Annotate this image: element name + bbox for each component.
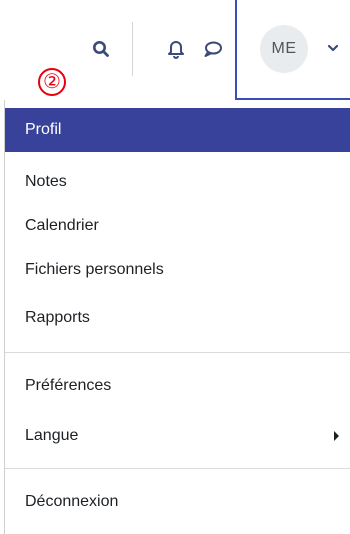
menu-item-label: Préférences [25,377,112,394]
navbar-divider [132,22,133,76]
menu-divider [5,468,350,469]
step-marker: ② [38,68,66,96]
menu-item-label: Fichiers personnels [25,261,164,278]
menu-item-rapports[interactable]: Rapports [5,296,350,340]
menu-item-label: Langue [25,427,79,444]
menu-item-profil[interactable]: Profil [5,108,350,152]
chat-bubble-icon[interactable] [199,35,227,63]
menu-item-fichiers-personnels[interactable]: Fichiers personnels [5,248,350,292]
menu-item-calendrier[interactable]: Calendrier [5,204,350,248]
menu-item-preferences[interactable]: Préférences [5,364,350,408]
menu-item-label: Profil [25,121,62,138]
menu-item-label: Calendrier [25,217,99,234]
bell-icon[interactable] [162,35,190,63]
search-icon[interactable] [87,35,115,63]
menu-item-label: Rapports [25,309,90,326]
menu-item-label: Notes [25,173,67,190]
caret-right-icon [334,431,339,441]
menu-divider [5,352,350,353]
chevron-down-icon[interactable] [323,38,343,58]
menu-item-notes[interactable]: Notes [5,160,350,204]
user-dropdown-menu: Profil Notes Calendrier Fichiers personn… [4,100,350,534]
avatar[interactable]: ME [260,25,308,73]
menu-item-langue[interactable]: Langue [5,414,350,458]
user-menu-toggle[interactable]: ME [235,0,350,100]
menu-item-deconnexion[interactable]: Déconnexion [5,480,350,524]
menu-item-label: Déconnexion [25,493,119,510]
